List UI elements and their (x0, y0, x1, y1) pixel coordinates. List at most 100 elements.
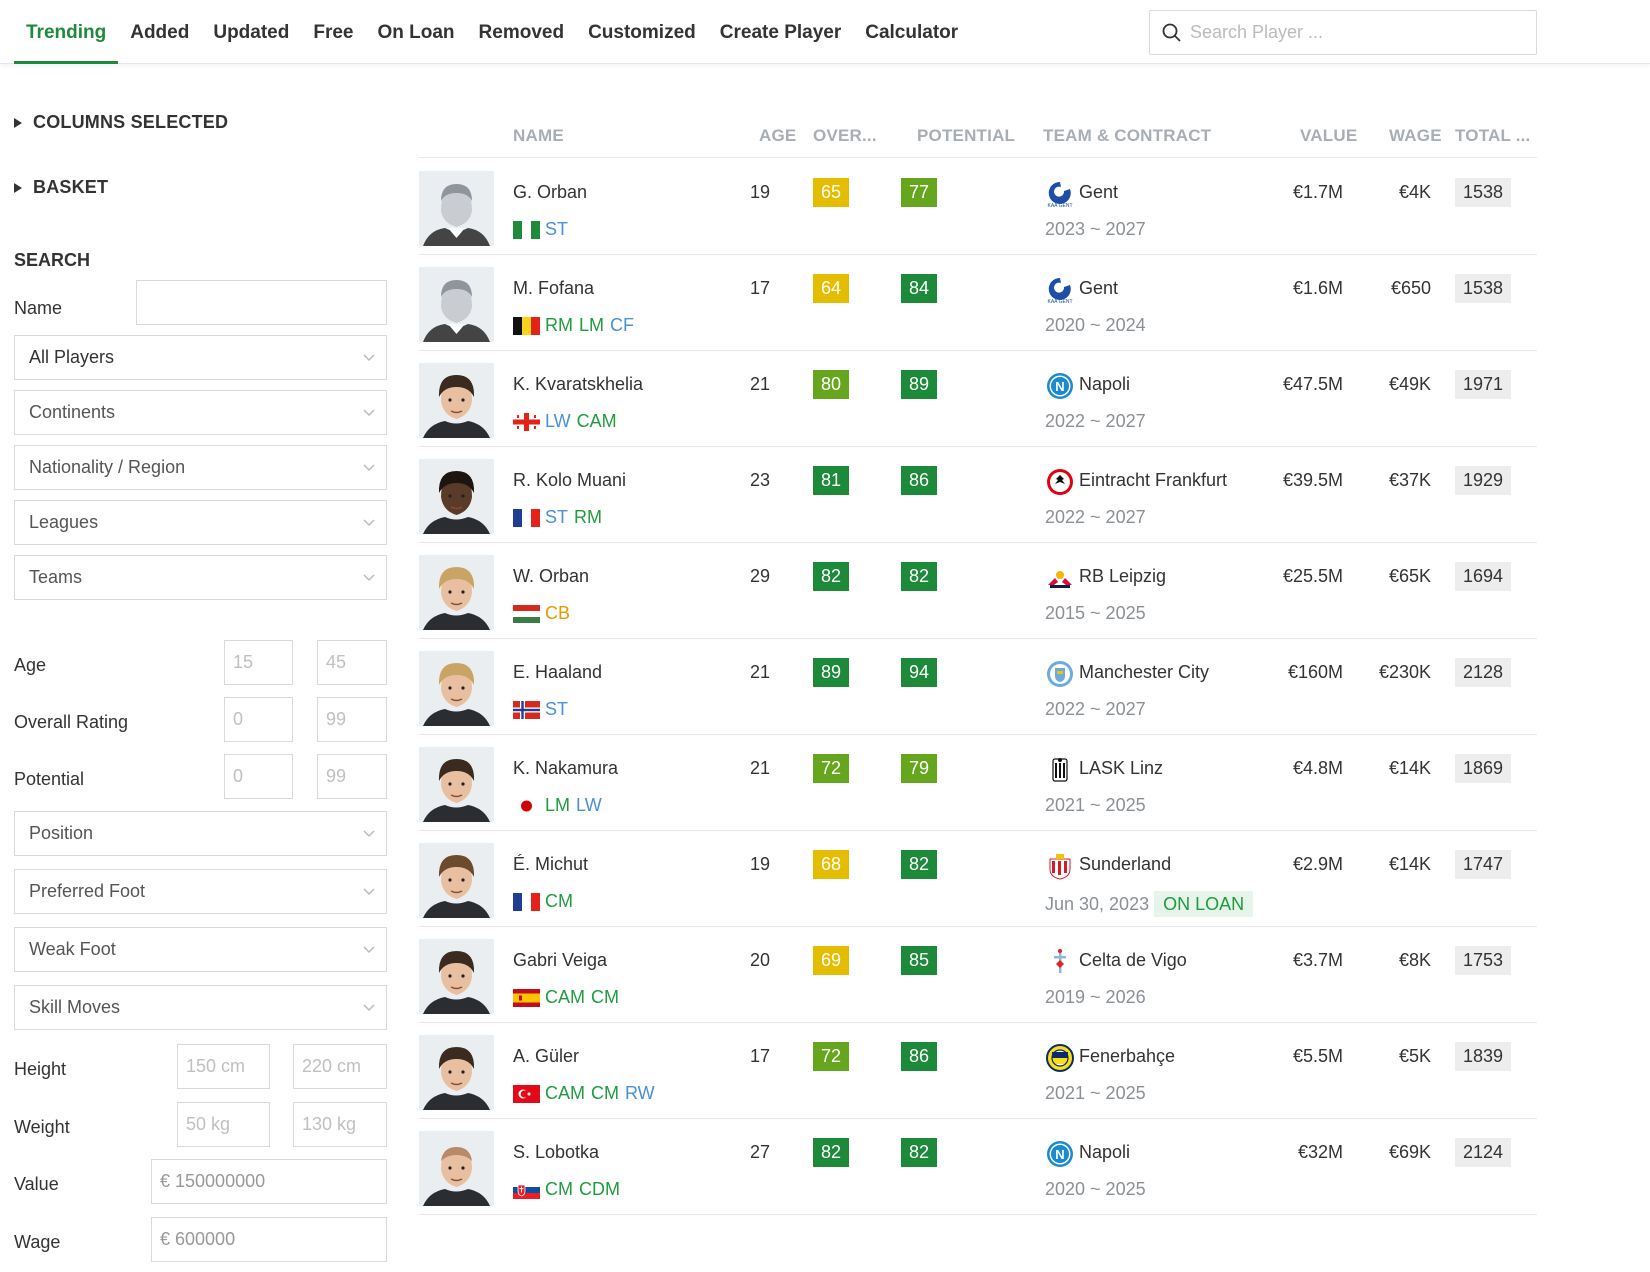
slovakia-flag-icon[interactable] (513, 1180, 540, 1199)
player-avatar[interactable] (419, 459, 494, 534)
team-name[interactable]: Napoli (1079, 374, 1130, 395)
player-name[interactable]: K. Nakamura (513, 758, 618, 779)
tab-added[interactable]: Added (118, 0, 201, 64)
player-name[interactable]: M. Fofana (513, 278, 594, 299)
tab-free[interactable]: Free (301, 0, 365, 64)
position-tag[interactable]: LW (545, 411, 571, 432)
gent-logo-icon[interactable]: KAA GENT (1045, 275, 1075, 305)
skill-moves-select[interactable]: Skill Moves (14, 985, 387, 1030)
france-flag-icon[interactable] (513, 508, 540, 527)
leagues-select[interactable]: Leagues (14, 500, 387, 545)
weight-min-input[interactable]: 50 kg (177, 1102, 270, 1147)
lask-logo-icon[interactable] (1045, 755, 1075, 785)
belgium-flag-icon[interactable] (513, 316, 540, 335)
position-tag[interactable]: RM (574, 507, 602, 528)
table-row[interactable]: G. Orban ST 19 65 77 KAA GENT Gent 2023 ~ 2027 €… (419, 159, 1537, 255)
tab-create-player[interactable]: Create Player (708, 0, 853, 64)
team-name[interactable]: Celta de Vigo (1079, 950, 1187, 971)
japan-flag-icon[interactable] (513, 796, 540, 815)
age-max-input[interactable]: 45 (317, 640, 387, 685)
position-tag[interactable]: RW (625, 1083, 655, 1104)
sunderland-logo-icon[interactable] (1045, 851, 1075, 881)
table-row[interactable]: K. Kvaratskhelia LW CAM 21 80 89 N Napoli 2022 ~… (419, 351, 1537, 447)
weak-foot-select[interactable]: Weak Foot (14, 927, 387, 972)
team-name[interactable]: Napoli (1079, 1142, 1130, 1163)
position-tag[interactable]: CM (591, 987, 619, 1008)
fenerbahce-logo-icon[interactable] (1045, 1043, 1075, 1073)
table-row[interactable]: A. Güler CAM CM RW 17 72 86 Fenerbahçe 2021 ~ 20… (419, 1023, 1537, 1119)
player-name[interactable]: Gabri Veiga (513, 950, 607, 971)
teams-select[interactable]: Teams (14, 555, 387, 600)
header-total[interactable]: TOTAL ... (1455, 126, 1530, 146)
team-name[interactable]: Eintracht Frankfurt (1079, 470, 1227, 491)
age-min-input[interactable]: 15 (224, 640, 293, 685)
all-players-select[interactable]: All Players (14, 335, 387, 380)
overall-min-input[interactable]: 0 (224, 697, 293, 742)
player-name[interactable]: S. Lobotka (513, 1142, 599, 1163)
table-row[interactable]: É. Michut CM 19 68 82 Sunderland Jun 30, 2023 O… (419, 831, 1537, 927)
player-name[interactable]: A. Güler (513, 1046, 579, 1067)
hungary-flag-icon[interactable] (513, 604, 540, 623)
player-name[interactable]: É. Michut (513, 854, 588, 875)
potential-min-input[interactable]: 0 (224, 754, 293, 799)
position-tag[interactable]: CAM (545, 987, 585, 1008)
position-tag[interactable]: LW (576, 795, 602, 816)
nationality-select[interactable]: Nationality / Region (14, 445, 387, 490)
position-tag[interactable]: CAM (577, 411, 617, 432)
spain-flag-icon[interactable] (513, 988, 540, 1007)
player-name[interactable]: R. Kolo Muani (513, 470, 626, 491)
height-max-input[interactable]: 220 cm (293, 1044, 387, 1089)
tab-on-loan[interactable]: On Loan (365, 0, 466, 64)
tab-updated[interactable]: Updated (201, 0, 301, 64)
preferred-foot-select[interactable]: Preferred Foot (14, 869, 387, 914)
player-avatar[interactable] (419, 1035, 494, 1110)
table-row[interactable]: E. Haaland ST 21 89 94 Manchester City 2022 ~ … (419, 639, 1537, 735)
mancity-logo-icon[interactable] (1045, 659, 1075, 689)
position-tag[interactable]: CB (545, 603, 570, 624)
tab-customized[interactable]: Customized (576, 0, 708, 64)
position-tag[interactable]: RM (545, 315, 573, 336)
turkey-flag-icon[interactable] (513, 1084, 540, 1103)
georgia-flag-icon[interactable] (513, 412, 540, 431)
player-avatar[interactable] (419, 171, 494, 246)
player-avatar[interactable] (419, 651, 494, 726)
team-name[interactable]: Gent (1079, 182, 1118, 203)
team-name[interactable]: Gent (1079, 278, 1118, 299)
team-name[interactable]: Fenerbahçe (1079, 1046, 1175, 1067)
player-avatar[interactable] (419, 555, 494, 630)
search-player-input[interactable] (1190, 22, 1520, 43)
position-tag[interactable]: CM (545, 891, 573, 912)
position-tag[interactable]: CF (610, 315, 634, 336)
potential-max-input[interactable]: 99 (317, 754, 387, 799)
header-potential[interactable]: POTENTIAL (917, 126, 1015, 146)
columns-selected-toggle[interactable]: COLUMNS SELECTED (14, 112, 228, 133)
team-name[interactable]: Manchester City (1079, 662, 1209, 683)
header-name[interactable]: NAME (513, 126, 564, 146)
tab-trending[interactable]: Trending (14, 0, 119, 64)
position-tag[interactable]: LM (545, 795, 570, 816)
france-flag-icon[interactable] (513, 892, 540, 911)
napoli-logo-icon[interactable]: N (1045, 371, 1075, 401)
header-age[interactable]: AGE (759, 126, 796, 146)
position-select[interactable]: Position (14, 811, 387, 856)
header-wage[interactable]: WAGE (1389, 126, 1442, 146)
header-value[interactable]: VALUE (1300, 126, 1357, 146)
position-tag[interactable]: CM (545, 1179, 573, 1200)
team-name[interactable]: Sunderland (1079, 854, 1171, 875)
player-name[interactable]: E. Haaland (513, 662, 602, 683)
table-row[interactable]: Gabri Veiga CAM CM 20 69 85 Celta de Vigo 2019 … (419, 927, 1537, 1023)
name-input[interactable] (136, 280, 387, 325)
position-tag[interactable]: ST (545, 507, 568, 528)
napoli-logo-icon[interactable]: N (1045, 1139, 1075, 1169)
table-row[interactable]: S. Lobotka CM CDM 27 82 82 N Napoli 2020 ~ 2025 €… (419, 1119, 1537, 1215)
player-avatar[interactable] (419, 939, 494, 1014)
player-avatar[interactable] (419, 267, 494, 342)
wage-input[interactable]: € 600000 (151, 1217, 387, 1262)
position-tag[interactable]: CAM (545, 1083, 585, 1104)
player-avatar[interactable] (419, 843, 494, 918)
weight-max-input[interactable]: 130 kg (293, 1102, 387, 1147)
height-min-input[interactable]: 150 cm (177, 1044, 270, 1089)
value-input[interactable]: € 150000000 (151, 1159, 387, 1204)
table-row[interactable]: W. Orban CB 29 82 82 RB Leipzig 2015 ~ 2025 €25… (419, 543, 1537, 639)
position-tag[interactable]: ST (545, 219, 568, 240)
